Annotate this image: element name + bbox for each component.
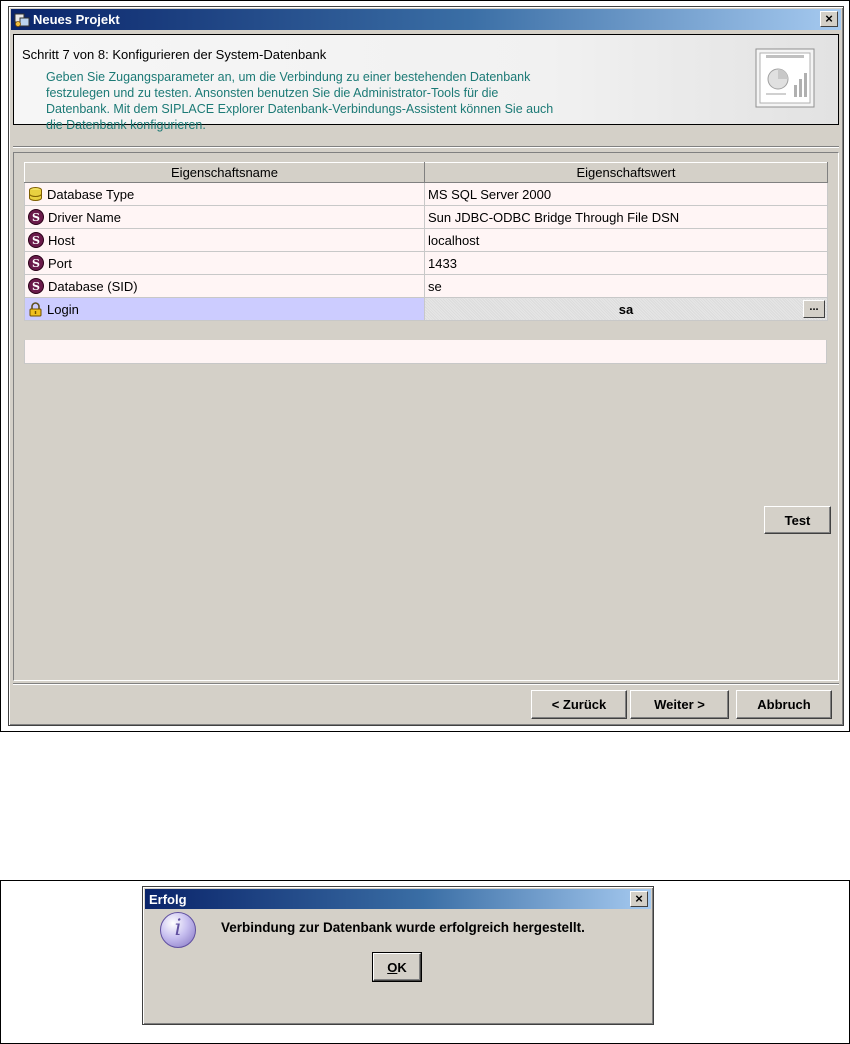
next-button[interactable]: Weiter > bbox=[630, 690, 729, 719]
property-name-cell[interactable]: S Port bbox=[24, 251, 425, 275]
dialog-close-button[interactable]: × bbox=[630, 891, 648, 907]
description-line: festzulegen und zu testen. Ansonsten ben… bbox=[46, 86, 499, 100]
property-name-cell[interactable]: S Driver Name bbox=[24, 205, 425, 229]
property-name: Database Type bbox=[47, 186, 135, 202]
wizard-illustration-icon bbox=[752, 45, 820, 113]
table-row[interactable]: S Database (SID) se bbox=[24, 274, 828, 298]
property-name-cell[interactable]: S Host bbox=[24, 228, 425, 252]
lock-icon bbox=[28, 301, 43, 317]
database-icon bbox=[28, 187, 43, 201]
window-title: Neues Projekt bbox=[33, 12, 120, 27]
screenshot-frame-wizard: Neues Projekt × Schritt 7 von 8: Konfigu… bbox=[0, 0, 850, 732]
step-description: Geben Sie Zugangsparameter an, um die Ve… bbox=[46, 69, 666, 133]
property-value-cell[interactable]: se bbox=[424, 274, 828, 298]
property-value-cell[interactable]: MS SQL Server 2000 bbox=[424, 182, 828, 206]
ok-mnemonic: O bbox=[387, 959, 398, 975]
dialog-title-bar[interactable]: Erfolg × bbox=[145, 889, 651, 909]
description-line: Datenbank. Mit dem SIPLACE Explorer Date… bbox=[46, 102, 554, 116]
table-row[interactable]: S Host localhost bbox=[24, 228, 828, 252]
back-button[interactable]: < Zurück bbox=[531, 690, 627, 719]
table-row[interactable]: S Port 1433 bbox=[24, 251, 828, 275]
property-name: Login bbox=[47, 301, 79, 317]
property-name: Driver Name bbox=[48, 209, 121, 225]
description-line: die Datenbank konfigurieren. bbox=[46, 118, 206, 132]
dialog-message: Verbindung zur Datenbank wurde erfolgrei… bbox=[221, 920, 585, 935]
info-glyph: i bbox=[174, 916, 182, 941]
test-button[interactable]: Test bbox=[764, 506, 831, 534]
property-name: Host bbox=[48, 232, 75, 248]
close-icon: × bbox=[825, 11, 833, 26]
s-property-icon: S bbox=[28, 278, 44, 294]
property-value-cell[interactable]: localhost bbox=[424, 228, 828, 252]
info-icon: i bbox=[160, 912, 196, 948]
column-header-name[interactable]: Eigenschaftsname bbox=[24, 162, 425, 183]
table-row[interactable]: S Driver Name Sun JDBC-ODBC Bridge Throu… bbox=[24, 205, 828, 229]
new-project-window: Neues Projekt × Schritt 7 von 8: Konfigu… bbox=[8, 6, 844, 726]
ok-button[interactable]: OK bbox=[372, 952, 422, 982]
dialog-title: Erfolg bbox=[149, 891, 187, 907]
s-property-icon: S bbox=[28, 255, 44, 271]
success-dialog: Erfolg × i Verbindung zur Datenbank wurd… bbox=[142, 886, 654, 1025]
footer-separator bbox=[13, 683, 839, 685]
app-icon bbox=[14, 12, 30, 28]
column-header-value[interactable]: Eigenschaftswert bbox=[424, 162, 828, 183]
s-property-icon: S bbox=[28, 209, 44, 225]
window-close-button[interactable]: × bbox=[820, 11, 838, 27]
property-value-cell[interactable]: Sun JDBC-ODBC Bridge Through File DSN bbox=[424, 205, 828, 229]
table-row-selected[interactable]: Login sa ... bbox=[24, 297, 828, 321]
properties-table: Eigenschaftsname Eigenschaftswert Databa… bbox=[24, 162, 828, 321]
login-edit-button[interactable]: ... bbox=[803, 300, 825, 318]
cancel-button[interactable]: Abbruch bbox=[736, 690, 832, 719]
login-value: sa bbox=[618, 301, 634, 317]
close-icon: × bbox=[635, 891, 643, 906]
s-property-icon: S bbox=[28, 232, 44, 248]
property-name: Database (SID) bbox=[48, 278, 138, 294]
step-title: Schritt 7 von 8: Konfigurieren der Syste… bbox=[22, 47, 327, 62]
property-name-cell[interactable]: S Database (SID) bbox=[24, 274, 425, 298]
ok-label-rest: K bbox=[397, 959, 407, 975]
property-name-cell[interactable]: Login bbox=[24, 297, 425, 321]
header-separator bbox=[13, 146, 839, 148]
login-value-cell[interactable]: sa ... bbox=[424, 297, 828, 321]
content-panel: Eigenschaftsname Eigenschaftswert Databa… bbox=[13, 152, 839, 681]
table-header-row: Eigenschaftsname Eigenschaftswert bbox=[24, 162, 828, 183]
table-empty-row bbox=[24, 340, 827, 364]
table-row[interactable]: Database Type MS SQL Server 2000 bbox=[24, 182, 828, 206]
property-value-cell[interactable]: 1433 bbox=[424, 251, 828, 275]
property-name-cell[interactable]: Database Type bbox=[24, 182, 425, 206]
property-name: Port bbox=[48, 255, 72, 271]
window-title-bar[interactable]: Neues Projekt × bbox=[11, 9, 841, 30]
description-line: Geben Sie Zugangsparameter an, um die Ve… bbox=[46, 70, 531, 84]
wizard-header: Schritt 7 von 8: Konfigurieren der Syste… bbox=[13, 34, 839, 132]
